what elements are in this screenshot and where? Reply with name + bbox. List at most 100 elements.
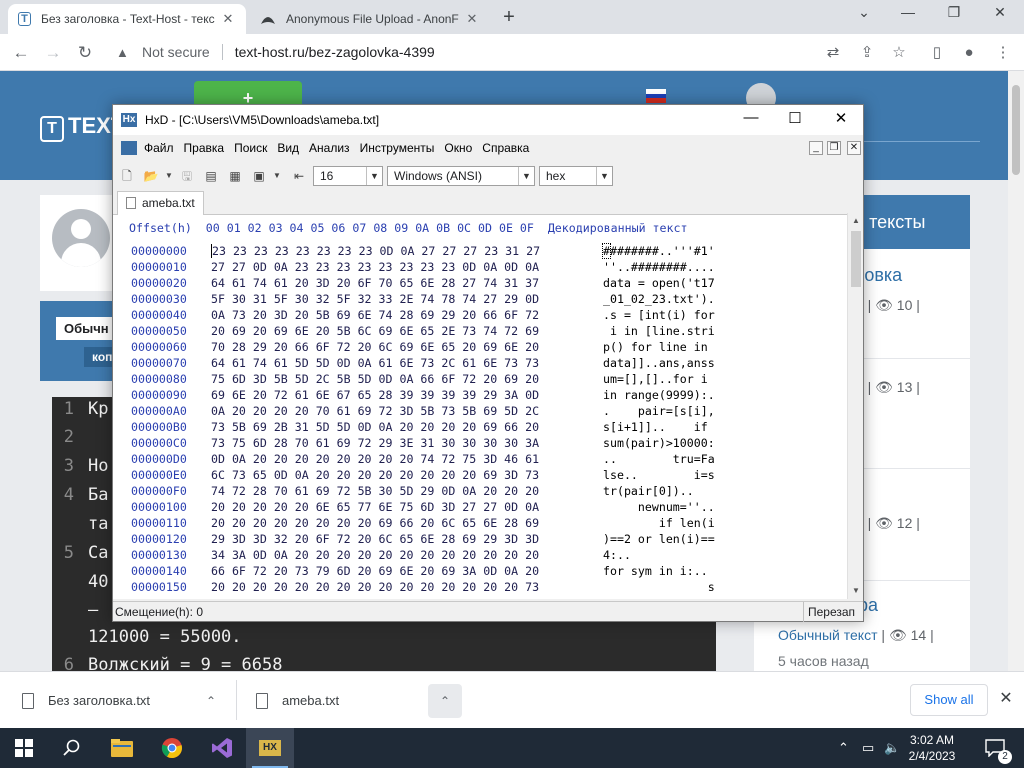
row-decoded-text[interactable]: data = open('t17 xyxy=(603,275,715,291)
back-icon[interactable]: ← xyxy=(10,42,32,64)
tab-search-icon[interactable]: ⌄ xyxy=(844,4,884,26)
chevron-up-icon[interactable]: ⌃ xyxy=(206,694,216,708)
url-text[interactable]: text-host.ru/bez-zagolovka-4399 xyxy=(235,44,435,60)
network-icon[interactable]: ▭ xyxy=(862,728,874,768)
close-button[interactable]: ✕ xyxy=(819,109,863,131)
dropdown-arrow-icon[interactable]: ▼ xyxy=(273,166,281,186)
item-type[interactable]: Обычный текст xyxy=(778,627,878,643)
row-hex-bytes[interactable]: 75 6D 3D 5B 5D 2C 5B 5D 0D 0A 66 6F 72 2… xyxy=(211,371,539,387)
scroll-down-icon[interactable]: ▼ xyxy=(848,583,864,599)
row-decoded-text[interactable]: i in [line.stri xyxy=(603,323,715,339)
row-decoded-text[interactable]: s[i+1]].. if xyxy=(603,419,715,435)
forward-icon[interactable]: → xyxy=(42,42,64,64)
menu-window[interactable]: Окно xyxy=(439,141,477,155)
row-decoded-text[interactable]: sum(pair)>10000: xyxy=(603,435,715,451)
row-hex-bytes[interactable]: 27 27 0D 0A 23 23 23 23 23 23 23 23 0D 0… xyxy=(211,259,539,275)
menu-help[interactable]: Справка xyxy=(477,141,534,155)
row-decoded-text[interactable]: tr(pair[0]).. xyxy=(603,483,715,499)
tools-icon[interactable]: ▣ xyxy=(249,166,269,186)
row-decoded-text[interactable]: um=[],[]..for i xyxy=(603,371,715,387)
search-icon[interactable] xyxy=(48,728,96,768)
row-decoded-text[interactable]: ########..'''#1' xyxy=(602,243,715,259)
russian-flag-icon[interactable] xyxy=(646,89,666,103)
open-disk-icon[interactable]: ▤ xyxy=(201,166,221,186)
system-clock[interactable]: 3:02 AM 2/4/2023 xyxy=(900,732,964,764)
show-hidden-icons-icon[interactable]: ⌃ xyxy=(838,728,849,768)
restore-button[interactable]: ❐ xyxy=(934,4,974,26)
chevron-down-icon[interactable]: ▼ xyxy=(518,167,534,185)
row-hex-bytes[interactable]: 64 61 74 61 20 3D 20 6F 70 65 6E 28 27 7… xyxy=(211,275,539,291)
page-scrollbar[interactable] xyxy=(1008,71,1024,671)
row-decoded-text[interactable]: .s = [int(i) for xyxy=(603,307,715,323)
address-bar[interactable]: ▲ Not secure text-host.ru/bez-zagolovka-… xyxy=(106,38,1022,66)
row-decoded-text[interactable]: )==2 or len(i)== xyxy=(603,531,715,547)
display-mode-select[interactable]: hex ▼ xyxy=(539,166,613,186)
row-hex-bytes[interactable]: 74 72 28 70 61 69 72 5B 30 5D 29 0D 0A 2… xyxy=(211,483,539,499)
menu-tools[interactable]: Инструменты xyxy=(355,141,440,155)
visual-studio-icon[interactable] xyxy=(198,728,246,768)
hxd-icon[interactable]: HX xyxy=(246,728,294,768)
warning-icon[interactable]: ▲ xyxy=(116,45,132,60)
minimize-button[interactable]: — xyxy=(888,4,928,26)
row-decoded-text[interactable]: s xyxy=(603,579,715,595)
charset-select[interactable]: Windows (ANSI) ▼ xyxy=(387,166,535,186)
open-ram-icon[interactable]: ▦ xyxy=(225,166,245,186)
mdi-close-button[interactable]: ✕ xyxy=(847,141,861,155)
file-explorer-icon[interactable] xyxy=(98,728,146,768)
scrollbar-thumb[interactable] xyxy=(851,231,861,287)
chevron-down-icon[interactable]: ▼ xyxy=(366,167,382,185)
scrollbar-thumb[interactable] xyxy=(1012,85,1020,175)
profile-icon[interactable]: ● xyxy=(958,42,980,64)
translate-icon[interactable]: ⇄ xyxy=(822,42,844,64)
download-filename[interactable]: ameba.txt xyxy=(282,693,339,708)
text-type-chip[interactable]: Обычн xyxy=(56,317,117,340)
row-hex-bytes[interactable]: 66 6F 72 20 73 79 6D 20 69 6E 20 69 3A 0… xyxy=(211,563,539,579)
download-item[interactable]: Без заголовка.txt ⌃ xyxy=(22,672,232,729)
tab-text-host[interactable]: T Без заголовка - Text-Host - текс ✕ xyxy=(8,4,246,34)
row-hex-bytes[interactable]: 6C 73 65 0D 0A 20 20 20 20 20 20 20 20 6… xyxy=(211,467,539,483)
maximize-button[interactable]: ☐ xyxy=(773,109,817,131)
security-label[interactable]: Not secure xyxy=(142,44,210,60)
hex-view[interactable]: Offset(h) 00 01 02 03 04 05 06 07 08 09 … xyxy=(113,215,863,599)
row-decoded-text[interactable]: .. tru=Fa xyxy=(603,451,715,467)
menu-view[interactable]: Вид xyxy=(272,141,304,155)
menu-search[interactable]: Поиск xyxy=(229,141,272,155)
new-file-icon[interactable]: 🗋 xyxy=(117,166,137,186)
scroll-up-icon[interactable]: ▲ xyxy=(848,213,864,229)
row-hex-bytes[interactable]: 23 23 23 23 23 23 23 23 0D 0A 27 27 27 2… xyxy=(211,243,540,259)
volume-icon[interactable]: 🔈 xyxy=(884,728,900,768)
tab-ameba[interactable]: ameba.txt xyxy=(117,191,204,215)
tab-close-icon[interactable]: ✕ xyxy=(220,11,236,27)
menu-edit[interactable]: Правка xyxy=(179,141,230,155)
row-hex-bytes[interactable]: 0A 73 20 3D 20 5B 69 6E 74 28 69 29 20 6… xyxy=(211,307,539,323)
tab-close-icon[interactable]: ✕ xyxy=(464,11,480,27)
row-hex-bytes[interactable]: 0D 0A 20 20 20 20 20 20 20 20 74 72 75 3… xyxy=(211,451,539,467)
start-icon[interactable] xyxy=(0,728,48,768)
download-filename[interactable]: Без заголовка.txt xyxy=(48,693,150,708)
new-tab-button[interactable]: + xyxy=(498,6,520,28)
share-icon[interactable]: ⇪ xyxy=(856,42,878,64)
row-hex-bytes[interactable]: 0A 20 20 20 20 70 61 69 72 3D 5B 73 5B 6… xyxy=(211,403,539,419)
bytes-per-row-select[interactable]: 16 ▼ xyxy=(313,166,383,186)
dropdown-arrow-icon[interactable]: ▼ xyxy=(165,166,173,186)
save-icon[interactable]: 🖫 xyxy=(177,166,197,186)
close-icon[interactable]: ✕ xyxy=(996,689,1016,709)
row-hex-bytes[interactable]: 64 61 74 61 5D 5D 0D 0A 61 6E 73 2C 61 6… xyxy=(211,355,539,371)
side-panel-icon[interactable]: ▯ xyxy=(926,42,948,64)
row-decoded-text[interactable]: in range(9999):. xyxy=(603,387,715,403)
chevron-down-icon[interactable]: ▼ xyxy=(596,167,612,185)
hxd-title-bar[interactable]: Hx HxD - [C:\Users\VM5\Downloads\ameba.t… xyxy=(113,105,863,135)
row-hex-bytes[interactable]: 73 75 6D 28 70 61 69 72 29 3E 31 30 30 3… xyxy=(211,435,539,451)
status-overwrite-mode[interactable]: Перезап xyxy=(803,602,855,622)
tab-anonfiles[interactable]: Anonymous File Upload - AnonF ✕ xyxy=(250,4,490,34)
hex-scrollbar[interactable]: ▲ ▼ xyxy=(847,213,863,599)
menu-file[interactable]: Файл xyxy=(139,141,179,155)
minimize-button[interactable]: — xyxy=(729,109,773,131)
mdi-minimize-button[interactable]: _ xyxy=(809,141,823,155)
row-decoded-text[interactable]: 4:.. xyxy=(603,547,715,563)
reload-icon[interactable]: ↻ xyxy=(74,42,96,64)
row-hex-bytes[interactable]: 29 3D 3D 32 20 6F 72 20 6C 65 6E 28 69 2… xyxy=(211,531,539,547)
close-window-button[interactable]: ✕ xyxy=(980,4,1020,26)
show-all-button[interactable]: Show all xyxy=(910,684,988,716)
row-hex-bytes[interactable]: 73 5B 69 2B 31 5D 5D 0D 0A 20 20 20 20 6… xyxy=(211,419,539,435)
